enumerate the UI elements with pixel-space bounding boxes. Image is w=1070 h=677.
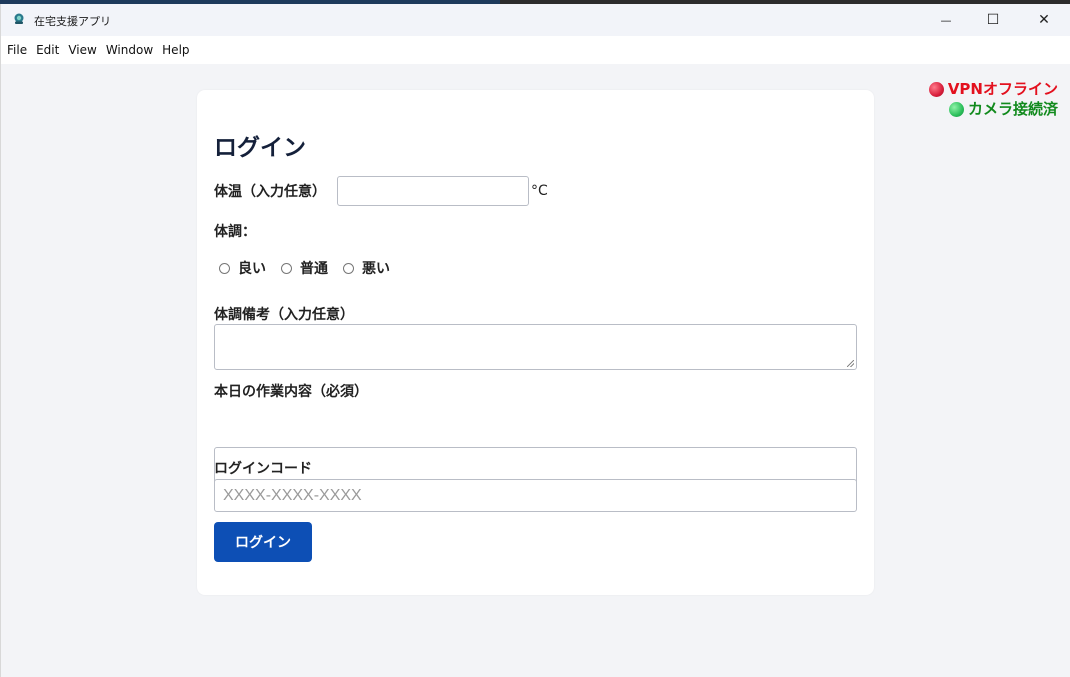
menu-file[interactable]: File <box>1 43 30 57</box>
login-code-input[interactable]: XXXX-XXXX-XXXX <box>214 479 857 512</box>
menu-edit[interactable]: Edit <box>32 43 62 57</box>
menu-view[interactable]: View <box>64 43 99 57</box>
connection-status: VPNオフライン カメラ接続済 <box>928 79 1058 119</box>
condition-option-bad-label: 悪い <box>362 261 390 277</box>
condition-notes-textarea[interactable] <box>214 324 857 370</box>
camera-status-dot-icon <box>948 101 964 117</box>
camera-status-text: カメラ接続済 <box>967 100 1058 118</box>
menu-bar: File Edit View Window Help <box>1 36 1070 64</box>
login-card: ログイン 体温（入力任意） °C 体調： 良い 普通 悪い 体調備考（入力任意）… <box>197 90 874 595</box>
camera-status: カメラ接続済 <box>929 99 1058 119</box>
minimize-button[interactable]: — <box>923 4 969 36</box>
resize-grip-icon[interactable] <box>847 360 854 367</box>
page-title: ログイン <box>214 135 306 161</box>
close-icon: ✕ <box>1038 12 1050 28</box>
login-button[interactable]: ログイン <box>214 522 312 562</box>
work-content-label: 本日の作業内容（必須） <box>214 384 368 400</box>
title-bar: 在宅支援アプリ — ☐ ✕ <box>1 4 1070 36</box>
condition-label: 体調： <box>214 224 256 240</box>
minimize-icon: — <box>940 13 952 27</box>
condition-option-good-label: 良い <box>238 261 266 277</box>
condition-option-normal[interactable]: 普通 <box>281 258 328 278</box>
condition-radio-group: 良い 普通 悪い <box>219 258 405 278</box>
login-code-label: ログインコード <box>214 461 312 477</box>
main-content: VPNオフライン カメラ接続済 ログイン 体温（入力任意） °C 体調： 良い <box>1 64 1070 677</box>
temperature-input[interactable] <box>337 176 529 206</box>
app-window: 在宅支援アプリ — ☐ ✕ File Edit View Window Help… <box>0 4 1070 677</box>
app-logo-icon <box>14 13 24 24</box>
condition-notes-label: 体調備考（入力任意） <box>214 307 354 323</box>
vpn-status-dot-icon <box>928 81 944 97</box>
condition-option-normal-label: 普通 <box>300 261 328 277</box>
condition-option-good[interactable]: 良い <box>219 258 266 278</box>
temperature-row: 体温（入力任意） °C <box>214 174 548 208</box>
menu-help[interactable]: Help <box>158 43 192 57</box>
vpn-status: VPNオフライン <box>928 79 1058 99</box>
temperature-unit: °C <box>531 183 548 199</box>
radio-good[interactable] <box>219 262 230 274</box>
maximize-button[interactable]: ☐ <box>970 4 1016 36</box>
vpn-status-text: VPNオフライン <box>947 80 1058 98</box>
radio-normal[interactable] <box>281 262 292 274</box>
close-button[interactable]: ✕ <box>1021 4 1067 36</box>
radio-bad[interactable] <box>343 262 354 274</box>
menu-window[interactable]: Window <box>102 43 156 57</box>
window-title: 在宅支援アプリ <box>34 15 111 28</box>
condition-option-bad[interactable]: 悪い <box>343 258 390 278</box>
maximize-icon: ☐ <box>986 12 1000 28</box>
temperature-label: 体温（入力任意） <box>214 184 326 200</box>
